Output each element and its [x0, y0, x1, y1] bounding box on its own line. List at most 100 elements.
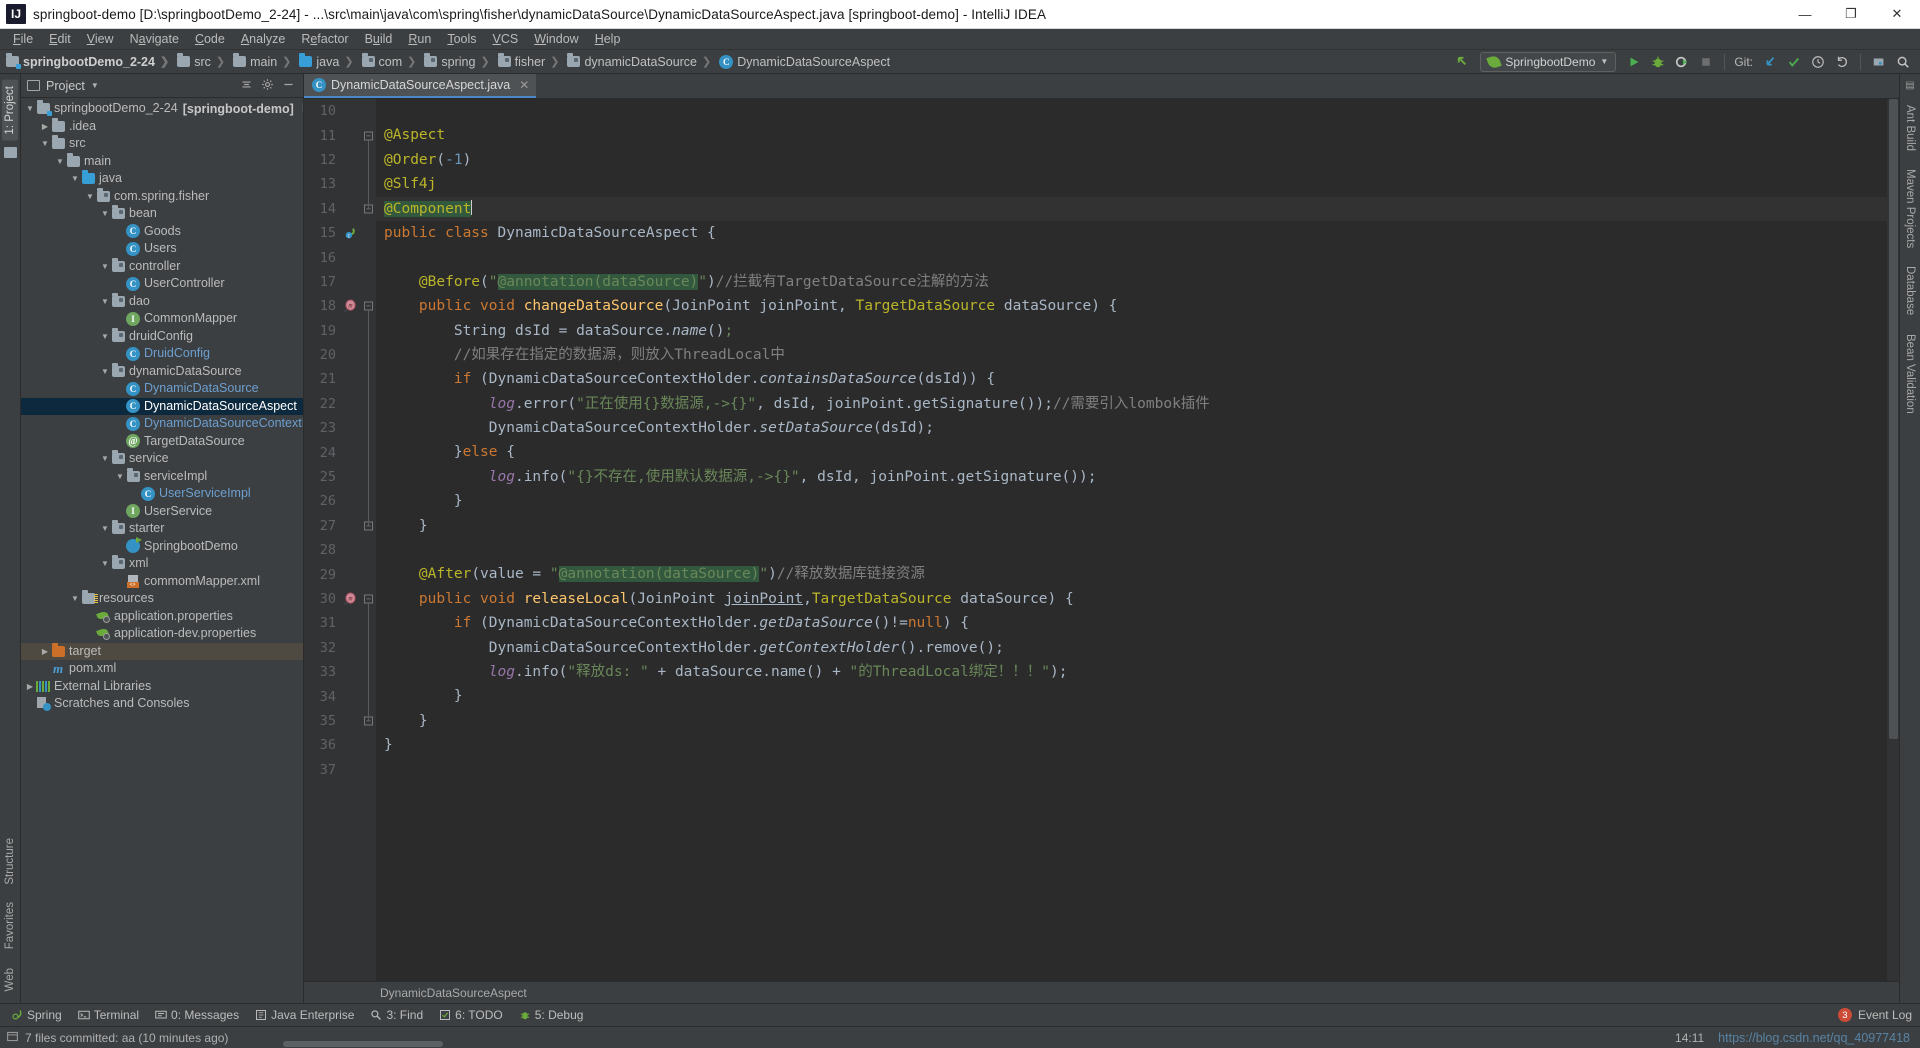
code-line-34[interactable]: }: [376, 684, 1887, 708]
menu-item-run[interactable]: Run: [400, 30, 439, 48]
sidebar-item-favorites[interactable]: Favorites: [2, 896, 18, 955]
run-icon[interactable]: [1623, 51, 1645, 73]
gutter-line-19[interactable]: 19: [304, 319, 376, 343]
chevron-down-icon[interactable]: ▼: [100, 297, 110, 306]
code-line-31[interactable]: if (DynamicDataSourceContextHolder.getDa…: [376, 611, 1887, 635]
tree-node-dynamicdatasource[interactable]: ▼ dynamicDataSource: [21, 362, 303, 381]
tool-window-spring[interactable]: Spring: [4, 1006, 69, 1024]
menu-item-edit[interactable]: Edit: [41, 30, 79, 48]
code-line-28[interactable]: [376, 538, 1887, 562]
chevron-right-icon[interactable]: ▶: [40, 647, 50, 656]
breadcrumb-item-src[interactable]: src ❯: [175, 53, 231, 69]
code-line-16[interactable]: [376, 245, 1887, 269]
hide-all-icon[interactable]: ▤: [1905, 80, 1914, 91]
chevron-down-icon[interactable]: ▼: [115, 472, 125, 481]
gutter-line-30[interactable]: 30 m −: [304, 587, 376, 611]
close-button[interactable]: ✕: [1874, 0, 1920, 29]
tree-node-dynamicdatasourceaspect[interactable]: C DynamicDataSourceAspect: [21, 397, 303, 415]
tool-window-0--messages[interactable]: 0: Messages: [148, 1006, 246, 1024]
gutter-line-12[interactable]: 12: [304, 148, 376, 172]
sidebar-item-database[interactable]: Database: [1902, 262, 1918, 319]
chevron-down-icon[interactable]: ▼: [85, 192, 95, 201]
tree-node-usercontroller[interactable]: C UserController: [21, 275, 303, 293]
horizontal-scrollbar[interactable]: [283, 1039, 1483, 1048]
code-line-12[interactable]: @Order(-1): [376, 148, 1887, 172]
tree-node-src[interactable]: ▼ src: [21, 135, 303, 153]
gutter-line-11[interactable]: 11−: [304, 123, 376, 147]
chevron-down-icon[interactable]: ▼: [70, 594, 80, 603]
vertical-scrollbar-thumb[interactable]: [1889, 99, 1898, 739]
code-line-11[interactable]: @Aspect: [376, 123, 1887, 147]
search-everywhere-icon[interactable]: [1892, 51, 1914, 73]
gutter-line-16[interactable]: 16: [304, 245, 376, 269]
tree-node-com-spring-fisher[interactable]: ▼ com.spring.fisher: [21, 187, 303, 206]
chevron-down-icon[interactable]: ▼: [70, 174, 80, 183]
editor-gutter[interactable]: 10 11−12 13 14−15 c 16 17 18 m −19 20 21 22 23 24 25 26 2…: [304, 99, 376, 981]
code-line-36[interactable]: }: [376, 733, 1887, 757]
tree-node-pom-xml[interactable]: m pom.xml: [21, 660, 303, 678]
sidebar-item-web[interactable]: Web: [2, 962, 18, 997]
sidebar-item-ant-build[interactable]: Ant Build: [1902, 101, 1918, 155]
tree-node-dynamicdatasourcecontextholder[interactable]: C DynamicDataSourceContextHolder: [21, 415, 303, 433]
gutter-line-35[interactable]: 35−: [304, 709, 376, 733]
gutter-line-27[interactable]: 27−: [304, 514, 376, 538]
gutter-line-24[interactable]: 24: [304, 440, 376, 464]
tool-window-6--todo[interactable]: 6: TODO: [432, 1006, 510, 1024]
stop-icon[interactable]: [1695, 51, 1717, 73]
code-line-19[interactable]: String dsId = dataSource.name();: [376, 319, 1887, 343]
editor-tab-dynamicdatasourceaspect[interactable]: C DynamicDataSourceAspect.java ✕: [304, 74, 537, 98]
code-line-23[interactable]: DynamicDataSourceContextHolder.setDataSo…: [376, 416, 1887, 440]
maximize-button[interactable]: ❐: [1828, 0, 1874, 29]
tree-node-druidconfig[interactable]: C DruidConfig: [21, 345, 303, 363]
tool-window-java-enterprise[interactable]: Java Enterprise: [248, 1006, 361, 1024]
gutter-line-29[interactable]: 29: [304, 562, 376, 586]
gutter-line-10[interactable]: 10: [304, 99, 376, 123]
tree-node-java[interactable]: ▼ java: [21, 170, 303, 188]
chevron-right-icon[interactable]: ▶: [40, 122, 50, 131]
gutter-line-32[interactable]: 32: [304, 636, 376, 660]
chevron-down-icon[interactable]: ▼: [100, 262, 110, 271]
editor-code[interactable]: @Aspect @Order(-1) @Slf4j @Component public …: [376, 99, 1887, 981]
gutter-line-20[interactable]: 20: [304, 343, 376, 367]
tree-node-userservice[interactable]: I UserService: [21, 503, 303, 521]
menu-item-window[interactable]: Window: [526, 30, 586, 48]
tree-node-external-libraries[interactable]: ▶ External Libraries: [21, 678, 303, 696]
tree-node-resources[interactable]: ▼ resources: [21, 590, 303, 608]
tree-node-dao[interactable]: ▼ dao: [21, 292, 303, 311]
gear-icon[interactable]: [261, 78, 274, 94]
menu-item-refactor[interactable]: Refactor: [293, 30, 356, 48]
gutter-line-26[interactable]: 26: [304, 489, 376, 513]
minimize-button[interactable]: —: [1782, 0, 1828, 29]
tree-node-scratches-and-consoles[interactable]: Scratches and Consoles: [21, 695, 303, 713]
tree-node-goods[interactable]: C Goods: [21, 223, 303, 241]
gutter-line-21[interactable]: 21: [304, 367, 376, 391]
tree-node-service[interactable]: ▼ service: [21, 450, 303, 468]
chevron-down-icon[interactable]: ▼: [91, 81, 99, 90]
code-line-22[interactable]: log.error("正在使用{}数据源,->{}", dsId, joinPo…: [376, 392, 1887, 416]
code-line-29[interactable]: @After(value = "@annotation(dataSource)"…: [376, 562, 1887, 586]
git-update-icon[interactable]: [1759, 51, 1781, 73]
code-line-13[interactable]: @Slf4j: [376, 172, 1887, 196]
tree-node-druidconfig[interactable]: ▼ druidConfig: [21, 327, 303, 346]
gutter-line-15[interactable]: 15 c: [304, 221, 376, 245]
tree-node-controller[interactable]: ▼ controller: [21, 257, 303, 276]
code-line-32[interactable]: DynamicDataSourceContextHolder.getContex…: [376, 636, 1887, 660]
gutter-line-13[interactable]: 13: [304, 172, 376, 196]
menu-item-help[interactable]: Help: [587, 30, 629, 48]
breadcrumb-item-com[interactable]: com ❯: [360, 53, 423, 69]
event-log-label[interactable]: Event Log: [1858, 1008, 1912, 1022]
gutter-line-14[interactable]: 14−: [304, 197, 376, 221]
sidebar-item-maven-projects[interactable]: Maven Projects: [1902, 165, 1918, 252]
tree-node-springbootdemo-2-24[interactable]: ▼ springbootDemo_2-24 [springboot-demo] D:\…: [21, 100, 303, 118]
git-rollback-icon[interactable]: [1831, 51, 1853, 73]
code-line-10[interactable]: [376, 99, 1887, 123]
sidebar-item-bean-validation[interactable]: Bean Validation: [1902, 330, 1918, 418]
chevron-right-icon[interactable]: ▶: [25, 682, 35, 691]
project-structure-icon[interactable]: [1868, 51, 1890, 73]
gutter-line-17[interactable]: 17: [304, 270, 376, 294]
debug-icon[interactable]: [1647, 51, 1669, 73]
code-line-21[interactable]: if (DynamicDataSourceContextHolder.conta…: [376, 367, 1887, 391]
collapse-all-icon[interactable]: [240, 78, 253, 94]
code-line-17[interactable]: @Before("@annotation(dataSource)")//拦截有T…: [376, 270, 1887, 294]
code-line-24[interactable]: }else {: [376, 440, 1887, 464]
